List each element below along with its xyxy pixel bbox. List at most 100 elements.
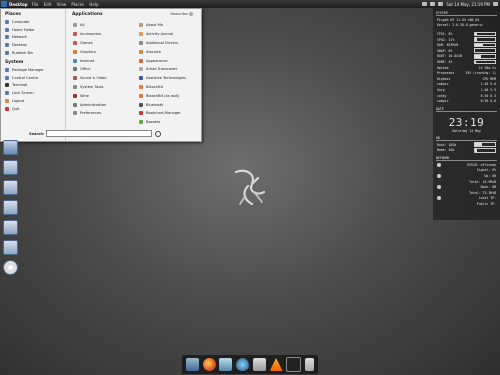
arista-icon: [139, 67, 143, 72]
media-player-icon[interactable]: [252, 358, 266, 371]
boxeeio-icon: [139, 120, 143, 125]
app-appearance[interactable]: Appearance: [135, 56, 199, 65]
search-bar: Search:: [29, 130, 162, 137]
sound-video-icon: [73, 76, 77, 81]
conky-network-header: NETWORK: [436, 156, 497, 162]
pictures-folder-icon[interactable]: [3, 220, 18, 235]
app-category-games[interactable]: Games: [69, 39, 133, 48]
app-boxeeio[interactable]: Boxeeio: [135, 118, 199, 127]
app-category-preferences[interactable]: Preferences: [69, 109, 133, 118]
optical-disc-icon[interactable]: [3, 260, 18, 275]
search-input[interactable]: [46, 130, 153, 137]
app-category-administration[interactable]: Administration: [69, 100, 133, 109]
bootchart-icon: [139, 111, 143, 116]
app-category-internet[interactable]: Internet: [69, 56, 133, 65]
bleachbit-icon: [139, 84, 143, 89]
network-icon[interactable]: [422, 2, 428, 6]
vlc-icon[interactable]: [269, 358, 283, 371]
bleachbit-root-icon: [139, 93, 143, 98]
places-column: Places Computer Home Folder Network Desk…: [1, 9, 66, 141]
menu-view[interactable]: View: [57, 2, 67, 7]
app-category-sound-video[interactable]: Sound & Video: [69, 74, 133, 83]
app-category-all[interactable]: All: [69, 21, 133, 30]
app-category-accessories[interactable]: Accessories: [69, 30, 133, 39]
system-terminal[interactable]: Terminal: [1, 82, 65, 90]
app-category-wine[interactable]: Wine: [69, 91, 133, 100]
app-category-graphics[interactable]: Graphics: [69, 47, 133, 56]
videos-folder-icon[interactable]: [3, 240, 18, 255]
left-dock: [3, 140, 19, 280]
top-menu: File Edit View Places Help: [32, 2, 103, 7]
place-computer[interactable]: Computer: [1, 18, 65, 26]
app-category-office[interactable]: Office: [69, 65, 133, 74]
terminal-icon[interactable]: [286, 357, 302, 372]
menu-places[interactable]: Places: [71, 2, 84, 7]
menu-file[interactable]: File: [32, 2, 39, 7]
menu-edit[interactable]: Edit: [44, 2, 52, 7]
app-assistive-technologies[interactable]: Assistive Technologies: [135, 74, 199, 83]
app-activity-journal[interactable]: Activity Journal: [135, 30, 199, 39]
conky-net-public-ip: Public IP:: [476, 202, 496, 207]
system-tools-icon: [73, 84, 77, 89]
office-icon: [73, 67, 77, 72]
show-desktop-icon[interactable]: [185, 358, 199, 371]
downloads-folder-icon[interactable]: [3, 180, 18, 195]
wallpaper-lizard-logo: [234, 169, 266, 206]
home-bar: [474, 59, 496, 65]
app-bootchart-manager[interactable]: Bootchart-Manager: [135, 109, 199, 118]
app-alacarte[interactable]: Alacarte: [135, 47, 199, 56]
place-network[interactable]: Network: [1, 34, 65, 42]
top-panel: Desktop File Edit View Places Help Sat 1…: [0, 0, 500, 8]
conky-date: Saturday 14 May: [452, 128, 481, 133]
mail-icon[interactable]: [438, 2, 444, 6]
app-additional-drivers[interactable]: Additional Drivers: [135, 39, 199, 48]
clock[interactable]: Sat 14 May, 21:19 PM: [446, 2, 490, 7]
upload-icon: [437, 174, 441, 179]
favourites-toggle[interactable]: Favourites: [170, 12, 193, 16]
firefox-icon[interactable]: [202, 358, 216, 371]
system-title: System: [5, 59, 24, 65]
wine-icon: [73, 93, 77, 98]
cpu1-bar: [474, 31, 496, 37]
system-logout[interactable]: Logout: [1, 97, 65, 105]
root-bar: [474, 54, 496, 59]
cpu1-bar-fill: [475, 32, 477, 36]
download-icon: [437, 185, 441, 190]
desktop-icon: [5, 43, 9, 48]
transmission-icon[interactable]: [236, 358, 250, 371]
app-bleachbit[interactable]: BleachBit: [135, 83, 199, 92]
system-lock-screen[interactable]: Lock Screen: [1, 89, 65, 97]
search-icon[interactable]: [155, 130, 162, 137]
app-bleachbit-root[interactable]: BleachBit (as root): [135, 91, 199, 100]
menu-help[interactable]: Help: [89, 2, 98, 7]
home-folder-icon: [5, 27, 9, 32]
trash-icon[interactable]: [305, 358, 315, 371]
place-desktop[interactable]: Desktop: [1, 41, 65, 49]
app-arista-transcoder[interactable]: Arista Transcoder: [135, 65, 199, 74]
lock-icon: [5, 91, 9, 96]
app-name[interactable]: Desktop: [9, 2, 28, 7]
documents-folder-icon[interactable]: [3, 160, 18, 175]
app-category-system-tools[interactable]: System Tools: [69, 83, 133, 92]
volume-icon[interactable]: [430, 2, 436, 6]
system-quit[interactable]: Quit: [1, 105, 65, 113]
alacarte-icon: [139, 49, 143, 54]
app-about-me[interactable]: About Me: [135, 21, 199, 30]
music-folder-icon[interactable]: [3, 200, 18, 215]
home-folder-icon[interactable]: [3, 140, 18, 155]
hd-root-bar-fill: [475, 143, 482, 146]
root-bar-fill: [475, 55, 481, 58]
menu-logo-icon[interactable]: [1, 1, 7, 7]
conky-hd-home: Home: 4Gb: [437, 148, 496, 154]
preferences-icon: [73, 111, 77, 116]
place-rubbish-bin[interactable]: Rubbish Bin: [1, 49, 65, 57]
files-icon[interactable]: [219, 358, 233, 371]
power-icon[interactable]: [493, 2, 498, 6]
system-package-manager[interactable]: Package Manager: [1, 66, 65, 74]
place-home[interactable]: Home Folder: [1, 26, 65, 34]
search-label: Search:: [29, 131, 45, 136]
system-control-centre[interactable]: Control Centre: [1, 74, 65, 82]
accessories-icon: [73, 32, 77, 37]
app-bluetooth[interactable]: Bluetooth: [135, 100, 199, 109]
conky-system-header: SYSTEM: [436, 11, 497, 16]
